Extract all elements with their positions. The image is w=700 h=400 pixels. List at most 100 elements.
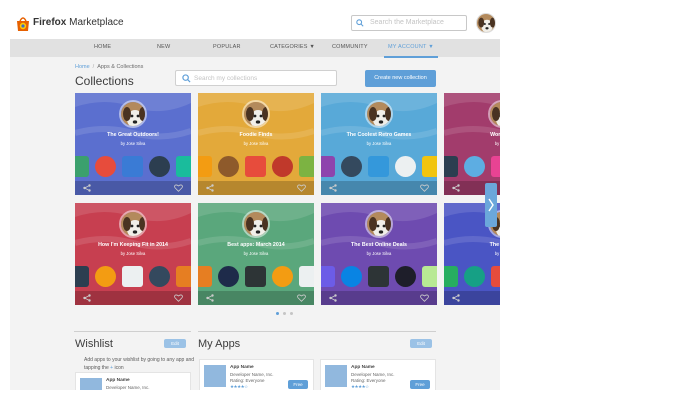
- collection-title: How I'm Keeping Fit in 2014: [98, 242, 168, 248]
- app-icon[interactable]: [341, 156, 362, 177]
- wishlist-edit-button[interactable]: Edit: [164, 339, 186, 348]
- app-icon[interactable]: [198, 156, 212, 177]
- share-icon[interactable]: [83, 184, 91, 192]
- myapps-edit-button[interactable]: Edit: [410, 339, 432, 348]
- pagination-dot[interactable]: [276, 312, 279, 315]
- myapp-card[interactable]: App Name Developer Name, Inc. Rating: Ev…: [199, 359, 314, 390]
- app-icon[interactable]: [464, 266, 485, 287]
- breadcrumb: Home / Apps & Collections: [75, 64, 143, 70]
- app-icon[interactable]: [464, 156, 485, 177]
- app-icon[interactable]: [368, 156, 389, 177]
- share-icon[interactable]: [329, 184, 337, 192]
- app-icon[interactable]: [95, 266, 116, 287]
- share-icon[interactable]: [206, 294, 214, 302]
- collection-title: The Coolest Retro Games: [346, 132, 412, 138]
- app-icon[interactable]: [176, 156, 191, 177]
- wishlist-app-card[interactable]: App Name Developer Name, Inc.: [75, 372, 191, 390]
- app-icon[interactable]: [341, 266, 362, 287]
- nav-new[interactable]: NEW: [157, 44, 170, 50]
- collection-card-footer: [75, 181, 191, 195]
- share-icon[interactable]: [206, 184, 214, 192]
- carousel-next-button[interactable]: [485, 183, 497, 227]
- app-icon[interactable]: [299, 266, 314, 287]
- app-icon[interactable]: [444, 266, 458, 287]
- free-button[interactable]: Free: [288, 380, 308, 389]
- collection-card[interactable]: How I'm Keeping Fit in 2014 by Jose Silva: [75, 203, 191, 305]
- collection-card[interactable]: The Great Outdoors! by Jose Silva: [75, 93, 191, 195]
- heart-icon[interactable]: [174, 294, 183, 302]
- marketplace-search-input[interactable]: Search the Marketplace: [351, 15, 467, 31]
- app-icon[interactable]: [321, 266, 335, 287]
- collection-card-header: Workflow by Jose: [444, 93, 500, 153]
- app-rating: Rating: Everyone: [351, 378, 386, 383]
- nav-my-account[interactable]: MY ACCOUNT ▼: [384, 44, 438, 58]
- share-icon[interactable]: [329, 294, 337, 302]
- heart-icon[interactable]: [420, 184, 429, 192]
- collection-card[interactable]: Best apps: March 2014 by Jose Silva: [198, 203, 314, 305]
- heart-icon[interactable]: [297, 294, 306, 302]
- nav-categories[interactable]: CATEGORIES ▼: [270, 44, 315, 50]
- user-avatar[interactable]: [476, 13, 496, 33]
- app-icon[interactable]: [422, 156, 437, 177]
- app-icon[interactable]: [272, 266, 293, 287]
- app-developer: Developer Name, Inc.: [351, 372, 395, 377]
- app-icon[interactable]: [491, 156, 500, 177]
- share-icon[interactable]: [83, 294, 91, 302]
- app-icon[interactable]: [95, 156, 116, 177]
- app-stars: ★★★★☆: [230, 384, 248, 389]
- collections-search-input[interactable]: Search my collections: [175, 70, 337, 86]
- app-icon[interactable]: [491, 266, 500, 287]
- app-icon[interactable]: [218, 266, 239, 287]
- nav-community[interactable]: COMMUNITY: [332, 44, 368, 50]
- app-icon[interactable]: [272, 156, 293, 177]
- firefox-marketplace-logo[interactable]: [15, 15, 31, 32]
- collection-card[interactable]: The Coolest Retro Games by Jose Silva: [321, 93, 437, 195]
- app-icon[interactable]: [444, 156, 458, 177]
- collection-title: The Great: [489, 242, 500, 248]
- app-icon[interactable]: [395, 156, 416, 177]
- app-icon[interactable]: [75, 266, 89, 287]
- app-icon[interactable]: [395, 266, 416, 287]
- app-icon[interactable]: [368, 266, 389, 287]
- breadcrumb-home[interactable]: Home: [75, 64, 90, 70]
- create-collection-button[interactable]: Create new collection: [365, 70, 436, 87]
- collection-card[interactable]: The Best Online Deals by Jose Silva: [321, 203, 437, 305]
- collection-card[interactable]: Foodie Finds by Jose Silva: [198, 93, 314, 195]
- app-icon[interactable]: [122, 266, 143, 287]
- collection-card[interactable]: Workflow by Jose: [444, 93, 500, 195]
- nav-home[interactable]: HOME: [94, 44, 111, 50]
- myapp-card[interactable]: App Name Developer Name, Inc. Rating: Ev…: [320, 359, 436, 390]
- heart-icon[interactable]: [420, 294, 429, 302]
- collection-card-header: The Great Outdoors! by Jose Silva: [75, 93, 191, 153]
- brand-title[interactable]: Firefox Marketplace: [33, 17, 124, 28]
- app-icon[interactable]: [149, 266, 170, 287]
- collection-title: Best apps: March 2014: [227, 242, 285, 248]
- pagination-dot[interactable]: [290, 312, 293, 315]
- free-button[interactable]: Free: [410, 380, 430, 389]
- collection-app-icons: [198, 263, 314, 291]
- collection-title: Workflow: [490, 132, 500, 138]
- app-icon[interactable]: [198, 266, 212, 287]
- app-icon[interactable]: [299, 156, 314, 177]
- brand-bold: Firefox: [33, 17, 67, 28]
- curator-avatar: [242, 100, 270, 128]
- heart-icon[interactable]: [297, 184, 306, 192]
- nav-popular[interactable]: POPULAR: [213, 44, 241, 50]
- app-icon[interactable]: [245, 266, 266, 287]
- app-icon[interactable]: [245, 156, 266, 177]
- app-icon[interactable]: [321, 156, 335, 177]
- share-icon[interactable]: [452, 184, 460, 192]
- curator-avatar: [365, 100, 393, 128]
- app-icon[interactable]: [176, 266, 191, 287]
- app-icon[interactable]: [149, 156, 170, 177]
- app-icon[interactable]: [75, 156, 89, 177]
- app-icon[interactable]: [122, 156, 143, 177]
- app-icon[interactable]: [422, 266, 437, 287]
- share-icon[interactable]: [452, 294, 460, 302]
- collection-app-icons: [75, 263, 191, 291]
- collections-search-placeholder: Search my collections: [194, 75, 258, 82]
- heart-icon[interactable]: [174, 184, 183, 192]
- breadcrumb-separator: /: [92, 64, 95, 70]
- pagination-dot[interactable]: [283, 312, 286, 315]
- app-icon[interactable]: [218, 156, 239, 177]
